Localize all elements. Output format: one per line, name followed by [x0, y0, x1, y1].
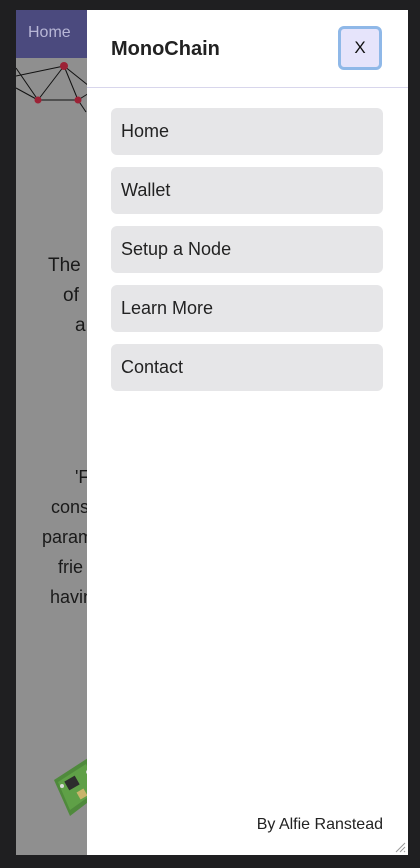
menu-item-setup-node[interactable]: Setup a Node: [111, 226, 383, 273]
drawer-menu: Home Wallet Setup a Node Learn More Cont…: [111, 108, 383, 403]
browser-viewport: Home The of a 'F cons param frie havin M…: [16, 10, 408, 855]
menu-item-contact[interactable]: Contact: [111, 344, 383, 391]
menu-item-home[interactable]: Home: [111, 108, 383, 155]
menu-item-learn-more[interactable]: Learn More: [111, 285, 383, 332]
page-text-fragment: cons: [51, 497, 90, 517]
drawer-header: MonoChain X: [87, 10, 408, 88]
page-text-fragment: param: [42, 527, 94, 547]
page-text-fragment: The: [48, 255, 81, 276]
page-text-fragment: of: [63, 285, 79, 306]
drawer-title: MonoChain: [111, 38, 220, 60]
page-text-fragment: havin: [50, 587, 94, 607]
page-text-fragment: a: [75, 315, 86, 336]
close-button[interactable]: X: [338, 26, 382, 70]
side-drawer: MonoChain X Home Wallet Setup a Node Lea…: [87, 10, 408, 855]
nav-home-link[interactable]: Home: [28, 24, 71, 42]
author-credit: By Alfie Ranstead: [256, 816, 383, 833]
resize-grip-icon[interactable]: [394, 841, 406, 853]
menu-item-wallet[interactable]: Wallet: [111, 167, 383, 214]
